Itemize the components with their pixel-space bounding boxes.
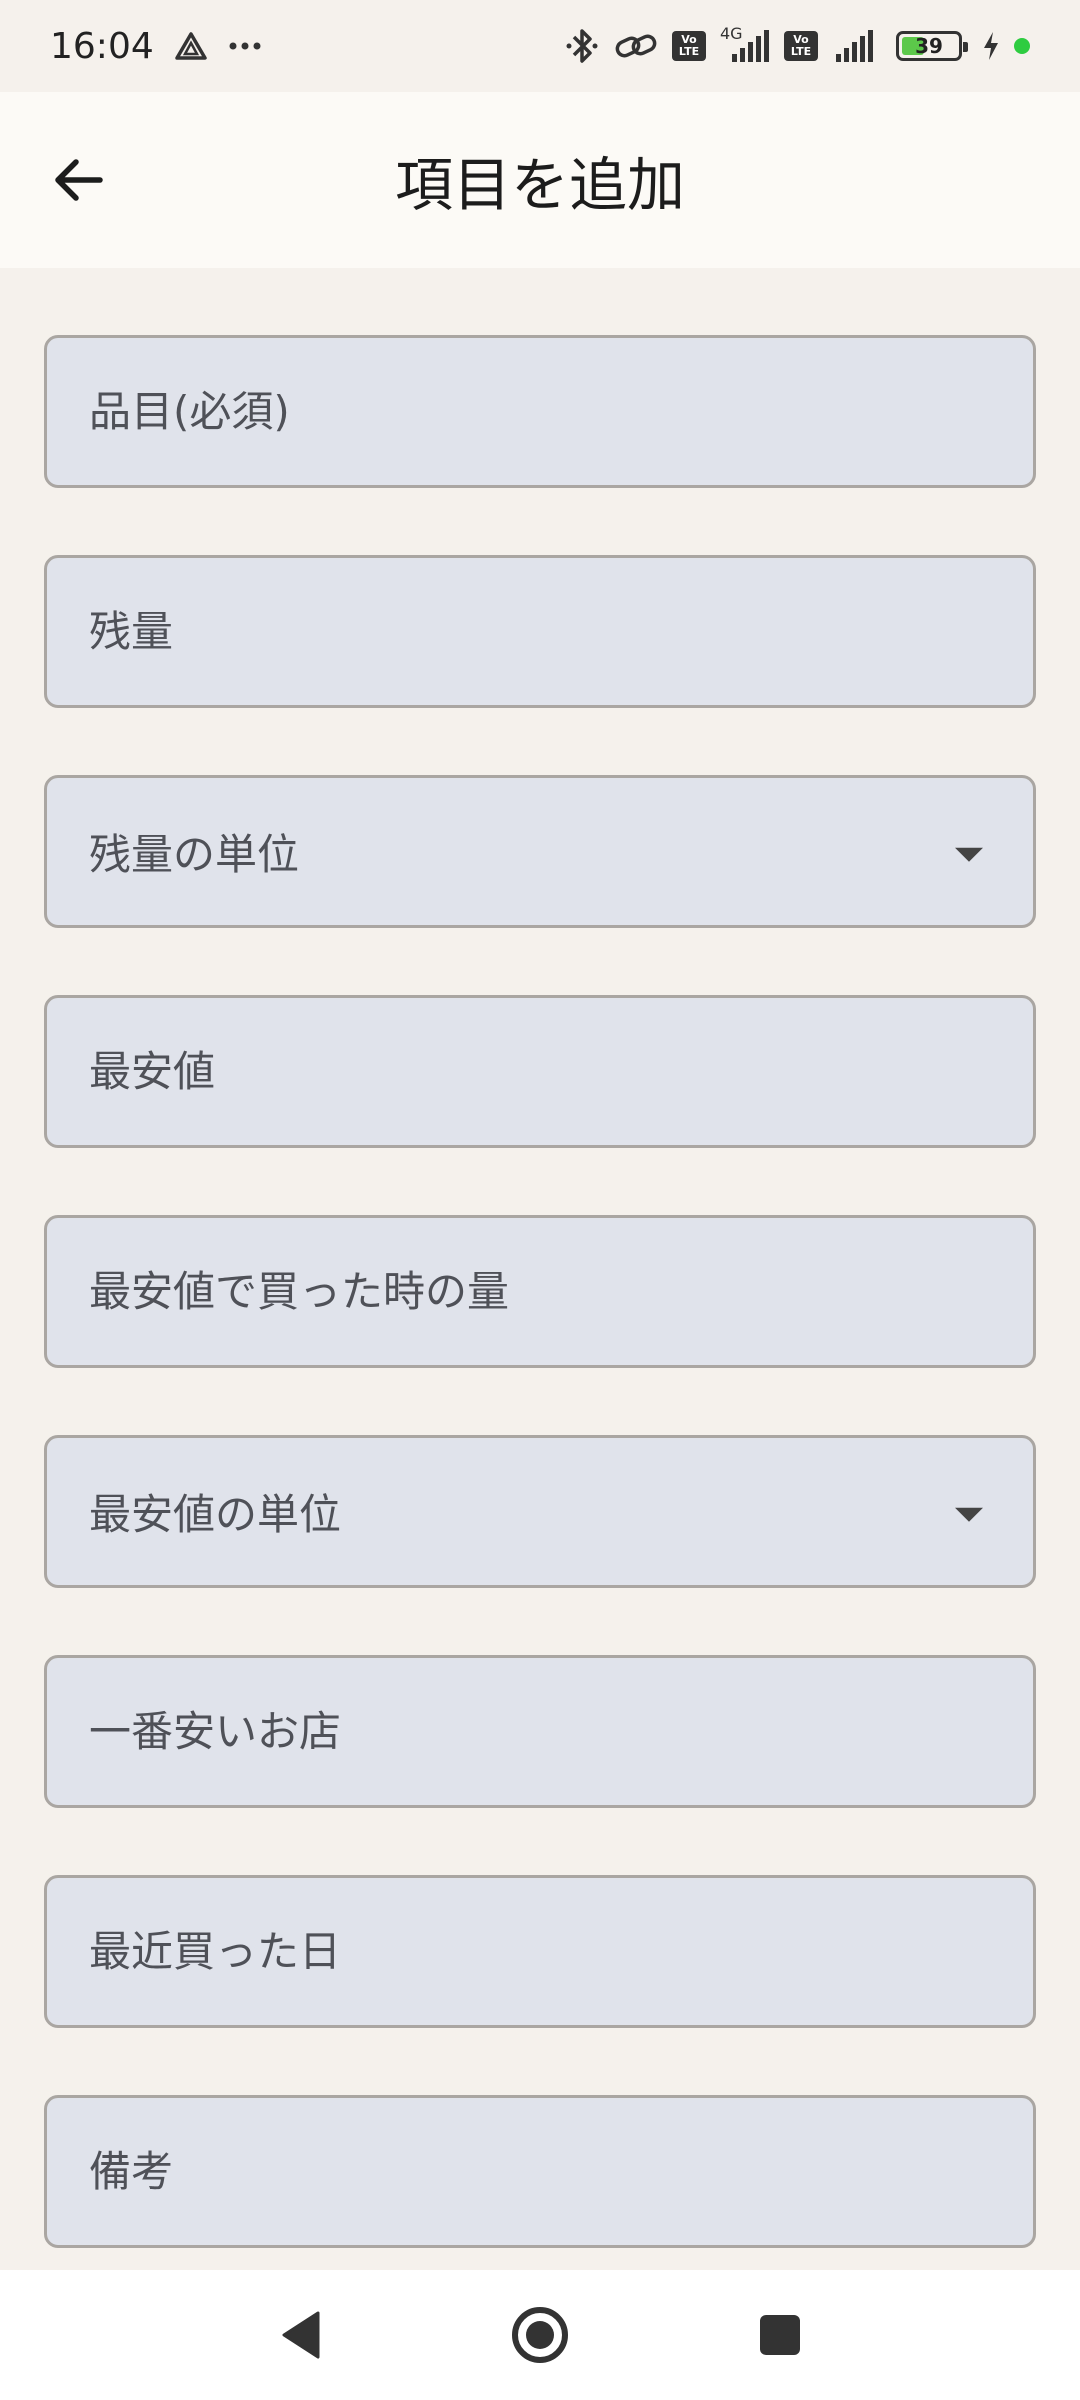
lowest-price-unit-dropdown[interactable]: 最安値の単位: [44, 1435, 1036, 1588]
arrow-back-icon: [55, 159, 103, 201]
cheapest-store-input[interactable]: [89, 1707, 991, 1756]
lowest-price-unit-label: 最安値の単位: [89, 1490, 342, 1539]
volte-icon: Vo LTE: [672, 31, 706, 61]
dropdown-caret-icon: [955, 1507, 983, 1522]
nav-recents-button[interactable]: [745, 2300, 815, 2370]
cheapest-store-field[interactable]: [44, 1655, 1036, 1808]
dropdown-caret-icon: [955, 847, 983, 862]
remaining-amount-field[interactable]: [44, 555, 1036, 708]
nav-recents-icon: [760, 2315, 800, 2355]
lowest-price-field[interactable]: [44, 995, 1036, 1148]
nav-home-button[interactable]: [505, 2300, 575, 2370]
signal-icon: 4G: [720, 24, 770, 62]
link-icon: [614, 31, 658, 61]
system-nav-bar: [0, 2270, 1080, 2400]
lowest-price-quantity-input[interactable]: [89, 1267, 991, 1316]
status-bar: 16:04 Vo LTE 4G Vo LTE 39: [0, 0, 1080, 92]
lowest-price-quantity-field[interactable]: [44, 1215, 1036, 1368]
drive-icon: [174, 31, 208, 61]
remaining-unit-dropdown[interactable]: 残量の単位: [44, 775, 1036, 928]
item-name-input[interactable]: [89, 387, 991, 436]
nav-home-icon: [512, 2307, 568, 2363]
privacy-indicator-dot: [1014, 38, 1030, 54]
add-item-form: 残量の単位 最安値の単位: [44, 335, 1036, 2315]
status-time: 16:04: [50, 25, 154, 67]
network-type-label: 4G: [720, 24, 743, 43]
page-title: 項目を追加: [394, 151, 685, 219]
notes-field[interactable]: [44, 2095, 1036, 2248]
last-purchase-date-field[interactable]: [44, 1875, 1036, 2028]
remaining-unit-label: 残量の単位: [89, 830, 300, 879]
charging-icon: [982, 31, 1000, 61]
remaining-amount-input[interactable]: [89, 607, 991, 656]
app-bar: 項目を追加: [0, 92, 1080, 268]
battery-icon: 39: [896, 31, 968, 61]
item-name-field[interactable]: [44, 335, 1036, 488]
nav-back-button[interactable]: [265, 2300, 335, 2370]
notes-input[interactable]: [89, 2147, 991, 2196]
bluetooth-icon: [564, 26, 600, 66]
lowest-price-input[interactable]: [89, 1047, 991, 1096]
last-purchase-date-input[interactable]: [89, 1927, 991, 1976]
more-dots-icon: [228, 41, 262, 51]
back-button[interactable]: [40, 142, 116, 218]
battery-level: 39: [915, 34, 943, 58]
nav-back-icon: [282, 2311, 320, 2359]
volte-icon-2: Vo LTE: [784, 31, 818, 61]
signal-icon-2: [832, 30, 882, 62]
